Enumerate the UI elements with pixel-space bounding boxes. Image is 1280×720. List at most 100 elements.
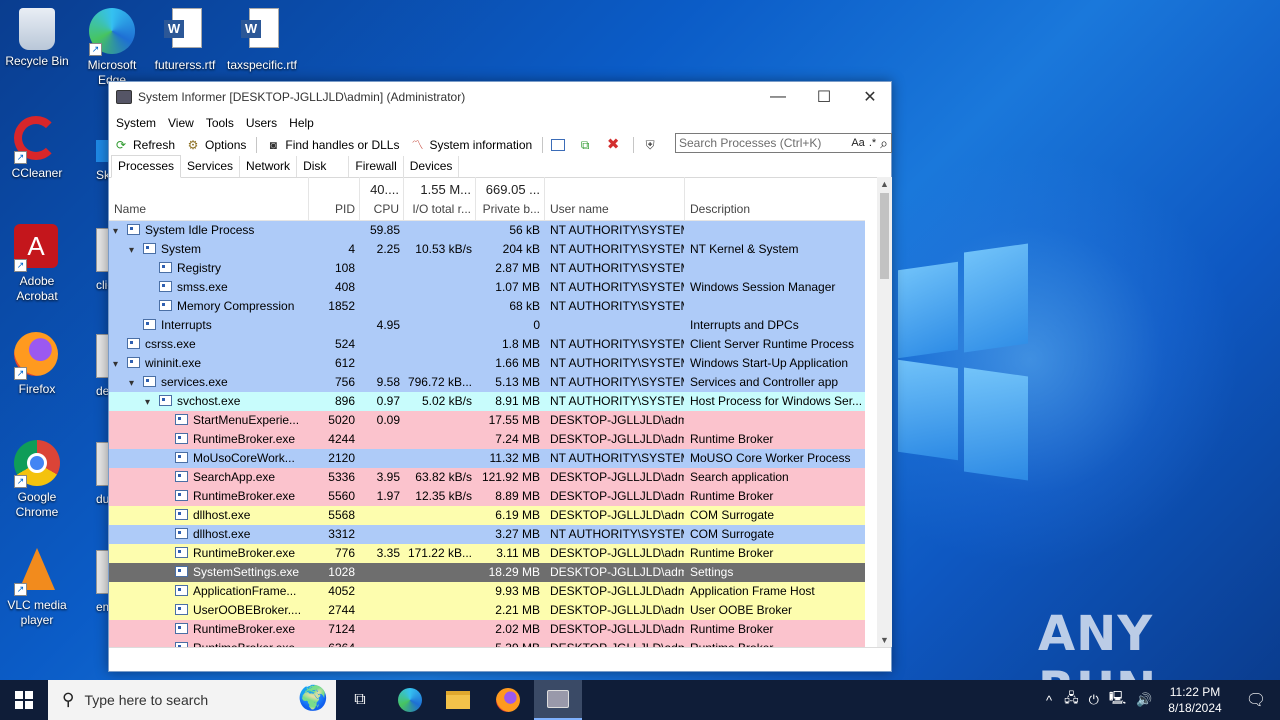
network-icon[interactable]: 🖳 <box>1109 689 1126 711</box>
cell-cpu: 9.58 <box>376 375 400 389</box>
desktop-icon-recycle-bin[interactable]: Recycle Bin <box>0 8 75 69</box>
table-row[interactable]: Memory Compression 1852 68 kB NT AUTHORITY\… <box>109 297 865 316</box>
minimize-button[interactable]: — <box>755 82 801 112</box>
clock[interactable]: 11:22 PM 8/18/2024 <box>1158 684 1232 716</box>
taskbar-edge[interactable] <box>386 680 434 720</box>
column-header-pid[interactable]: PID <box>309 177 360 221</box>
taskbar-search-box[interactable]: ⚲ Type here to search 🌍 <box>48 680 336 720</box>
search-icon[interactable]: ⌕ <box>880 135 888 152</box>
table-row[interactable]: ▾ wininit.exe 612 1.66 MB NT AUTHORITY\SYSTE… <box>109 354 865 373</box>
cell-priv: 11.32 MB <box>489 451 540 465</box>
table-row[interactable]: RuntimeBroker.exe 7124 2.02 MB DESKTOP-JGLL… <box>109 620 865 639</box>
window-button[interactable] <box>551 139 569 151</box>
menu-bar: System View Tools Users Help <box>109 112 891 134</box>
column-header-cpu[interactable]: 40.... CPU <box>360 177 404 221</box>
chevron-down-icon[interactable]: ▾ <box>145 397 157 408</box>
chevron-down-icon[interactable]: ▾ <box>129 245 141 256</box>
notification-button[interactable]: 🗨 <box>1232 680 1280 720</box>
table-row[interactable]: MoUsoCoreWork... 2120 11.32 MB NT AUTHORITY… <box>109 449 865 468</box>
tab-disk[interactable]: Disk <box>297 156 350 177</box>
maximize-button[interactable]: ☐ <box>801 82 847 112</box>
column-header-io[interactable]: 1.55 M... I/O total r... <box>404 177 476 221</box>
scroll-up-arrow[interactable]: ▲ <box>877 179 892 189</box>
find-handles-button[interactable]: ◙ Find handles or DLLs <box>265 138 400 152</box>
table-row[interactable]: UserOOBEBroker.... 2744 2.21 MB DESKTOP-JGL… <box>109 601 865 620</box>
table-row[interactable]: RuntimeBroker.exe 776 3.35 171.22 kB... 3.11… <box>109 544 865 563</box>
table-row[interactable]: smss.exe 408 1.07 MB NT AUTHORITY\SYSTEM Win… <box>109 278 865 297</box>
case-sensitive-toggle[interactable]: Aa <box>851 137 864 149</box>
table-row[interactable]: ▾ System 4 2.25 10.53 kB/s 204 kB NT AUTHORITY… <box>109 240 865 259</box>
desktop-icon-futurerss[interactable]: W futurerss.rtf <box>147 8 223 73</box>
new-window-button[interactable]: ⧉ <box>577 138 597 152</box>
tab-network[interactable]: Network <box>240 156 298 177</box>
menu-help[interactable]: Help <box>283 116 320 130</box>
chevron-down-icon[interactable]: ▾ <box>129 378 141 389</box>
search-processes-input[interactable]: Search Processes (Ctrl+K) Aa .* ⌕ <box>675 133 892 153</box>
cell-user: DESKTOP-JGLLJLD\admi <box>550 584 684 598</box>
taskbar-firefox[interactable] <box>484 680 532 720</box>
table-row[interactable]: dllhost.exe 5568 6.19 MB DESKTOP-JGLLJLD\ad… <box>109 506 865 525</box>
tab-devices[interactable]: Devices <box>404 156 460 177</box>
menu-view[interactable]: View <box>162 116 200 130</box>
table-row[interactable]: SearchApp.exe 5336 3.95 63.82 kB/s 121.92 MB… <box>109 468 865 487</box>
desktop-icon-acrobat[interactable]: A ↗ Adobe Acrobat <box>0 224 75 304</box>
table-row[interactable]: ▾ svchost.exe 896 0.97 5.02 kB/s 8.91 MB NT AU… <box>109 392 865 411</box>
vertical-scrollbar[interactable]: ▲ ▼ <box>877 177 892 647</box>
scroll-down-arrow[interactable]: ▼ <box>877 635 892 645</box>
shield-button[interactable]: ⛨ <box>642 138 662 152</box>
regex-toggle[interactable]: .* <box>869 137 876 149</box>
cell-user: NT AUTHORITY\SYSTEM <box>550 223 684 237</box>
taskbar-system-informer[interactable] <box>534 680 582 720</box>
table-row[interactable]: RuntimeBroker.exe63645.39 MBDESKTOP-JGLL… <box>109 639 865 647</box>
menu-users[interactable]: Users <box>240 116 283 130</box>
tab-firewall[interactable]: Firewall <box>349 156 404 177</box>
volume-icon[interactable]: 🔊 <box>1136 692 1152 708</box>
desktop-icon-chrome[interactable]: ↗ Google Chrome <box>0 440 75 520</box>
table-row[interactable]: dllhost.exe 3312 3.27 MB NT AUTHORITY\SYSTE… <box>109 525 865 544</box>
process-icon <box>127 357 140 368</box>
task-view-button[interactable]: ⧉ <box>336 680 384 720</box>
options-button[interactable]: ⚙ Options <box>185 138 247 152</box>
column-header-private[interactable]: 669.05 ... Private b... <box>476 177 545 221</box>
table-row[interactable]: Interrupts 4.95 0 Interrupts and DPCs <box>109 316 865 335</box>
process-name-cell: SystemSettings.exe <box>161 565 309 579</box>
desktop-icon-taxspecific[interactable]: W taxspecific.rtf <box>224 8 300 73</box>
refresh-button[interactable]: ⟳ Refresh <box>113 138 175 152</box>
scroll-thumb[interactable] <box>880 193 889 279</box>
table-row[interactable]: ApplicationFrame... 4052 9.93 MB DESKTOP-JG… <box>109 582 865 601</box>
desktop-icon-firefox[interactable]: ↗ Firefox <box>0 332 75 397</box>
table-row[interactable]: csrss.exe 524 1.8 MB NT AUTHORITY\SYSTEM Cli… <box>109 335 865 354</box>
tab-processes[interactable]: Processes <box>111 155 182 178</box>
chevron-down-icon[interactable]: ▾ <box>113 359 125 370</box>
menu-system[interactable]: System <box>110 116 162 130</box>
menu-tools[interactable]: Tools <box>200 116 240 130</box>
chevron-down-icon[interactable]: ▾ <box>113 226 125 237</box>
table-row[interactable]: ▾ System Idle Process 59.85 56 kB NT AUTHORI… <box>109 221 865 240</box>
edge-icon: ↗ <box>89 8 135 56</box>
terminate-button[interactable]: ✖ <box>605 137 625 152</box>
table-row[interactable]: ▾ services.exe 756 9.58 796.72 kB... 5.13 MB N… <box>109 373 865 392</box>
table-row[interactable]: RuntimeBroker.exe 4244 7.24 MB DESKTOP-JGLL… <box>109 430 865 449</box>
system-information-button[interactable]: 〽 System information <box>409 138 532 152</box>
table-row[interactable]: RuntimeBroker.exe 5560 1.97 12.35 kB/s 8.89 … <box>109 487 865 506</box>
table-row[interactable]: SystemSettings.exe 1028 18.29 MB DESKTOP-JG… <box>109 563 865 582</box>
column-header-user[interactable]: User name <box>545 177 685 221</box>
start-button[interactable] <box>0 680 48 720</box>
cell-priv: 6.19 MB <box>495 508 540 522</box>
desktop-icon-edge[interactable]: ↗ Microsoft Edge <box>74 8 150 88</box>
column-header-name[interactable]: Name <box>109 177 309 221</box>
close-button[interactable]: ✕ <box>847 82 893 112</box>
title-bar[interactable]: System Informer [DESKTOP-JGLLJLD\admin] … <box>109 82 891 112</box>
table-row[interactable]: Registry 108 2.87 MB NT AUTHORITY\SYSTEM <box>109 259 865 278</box>
table-row[interactable]: StartMenuExperie... 5020 0.09 17.55 MB DESKT… <box>109 411 865 430</box>
tab-services[interactable]: Services <box>181 156 241 177</box>
column-headers: Name PID 40.... CPU 1.55 M... I/O total r.… <box>109 177 865 221</box>
taskbar-file-explorer[interactable] <box>434 680 482 720</box>
chevron-up-icon[interactable]: ^ <box>1046 693 1052 708</box>
usb-icon[interactable]: ⏻ <box>1089 692 1099 708</box>
desktop-icon-ccleaner[interactable]: ↗ CCleaner <box>0 116 75 181</box>
process-icon <box>175 604 188 615</box>
column-header-description[interactable]: Description <box>685 177 865 221</box>
network-device-icon[interactable]: 🖧 <box>1064 689 1079 711</box>
desktop-icon-vlc[interactable]: ↗ VLC media player <box>0 548 75 628</box>
